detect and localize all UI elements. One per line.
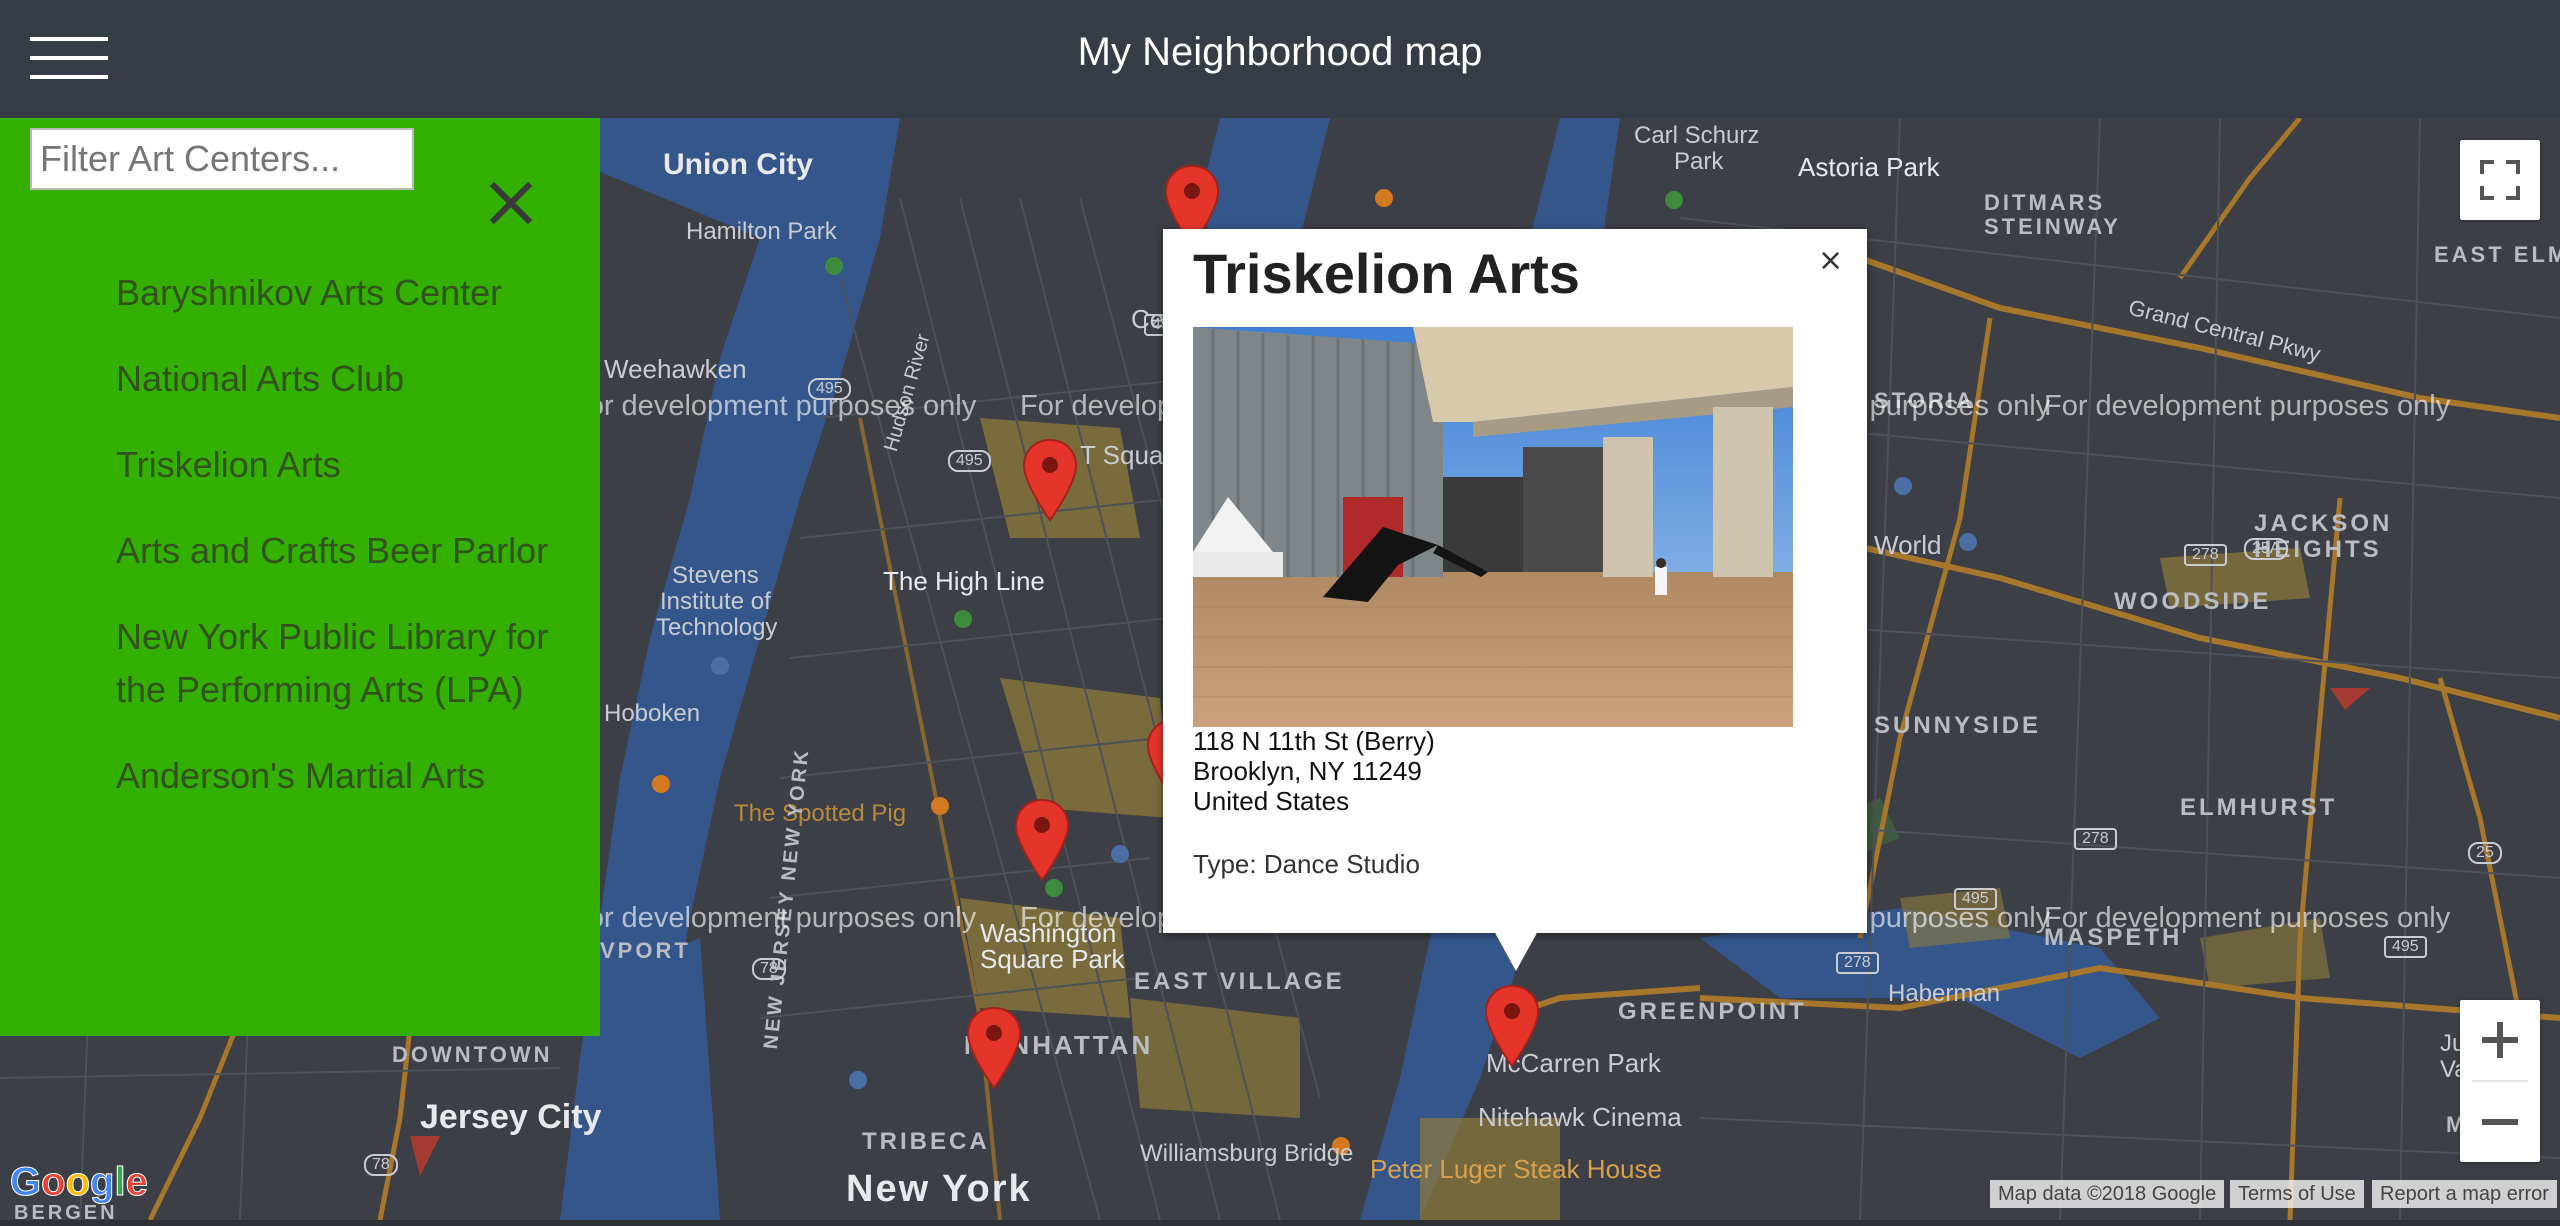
map-label: Williamsburg Bridge	[1140, 1140, 1354, 1167]
map-label: EAST ELMH	[2434, 242, 2560, 267]
map-label: Astoria Park	[1798, 152, 1940, 182]
map-label: JACKSON	[2254, 510, 2393, 537]
venue-list-item[interactable]: Triskelion Arts	[116, 438, 586, 491]
map-label: New York	[846, 1168, 1032, 1210]
map-label: Park	[1674, 148, 1724, 175]
route-shield: 25A	[2244, 538, 2289, 560]
route-shield: 78	[364, 1154, 398, 1176]
map-label: GREENPOINT	[1618, 998, 1807, 1025]
route-shield: 278	[1836, 952, 1879, 974]
map-label: SUNNYSIDE	[1874, 712, 2042, 739]
map-label: Hoboken	[604, 700, 701, 727]
info-window-close-icon[interactable]: ×	[1818, 243, 1843, 278]
map-label: STEINWAY	[1984, 214, 2121, 239]
route-shield: 78	[752, 958, 786, 980]
info-window-pointer	[1494, 931, 1538, 971]
map-label: The Spotted Pig	[734, 800, 907, 827]
venue-list-item[interactable]: Anderson's Martial Arts	[116, 749, 586, 802]
map-label: Weehawken	[604, 354, 747, 384]
map-label: The High Line	[883, 566, 1045, 596]
venue-list-item[interactable]: Baryshnikov Arts Center	[116, 266, 586, 319]
map-data-attribution: Map data ©2018 Google	[1990, 1180, 2225, 1208]
zoom-in-icon[interactable]	[2460, 1000, 2540, 1080]
map-label: Stevens	[672, 562, 759, 589]
report-map-error-link[interactable]: Report a map error	[2372, 1180, 2557, 1208]
close-icon[interactable]	[488, 180, 534, 226]
map-marker[interactable]	[1014, 798, 1070, 882]
venue-address: 118 N 11th St (Berry) Brooklyn, NY 11249…	[1193, 726, 1435, 816]
map-label: World	[1874, 530, 1942, 560]
map-label: Nitehawk Cinema	[1478, 1102, 1682, 1132]
map-label: Carl Schurz	[1634, 122, 1760, 149]
filter-input[interactable]	[30, 128, 414, 190]
page-title: My Neighborhood map	[1077, 30, 1483, 74]
info-window-title: Triskelion Arts	[1193, 242, 1580, 305]
map-label: WOODSIDE	[2114, 588, 2272, 615]
map-label: Technology	[656, 614, 778, 641]
map-label: VPORT	[600, 938, 691, 963]
terms-of-use-link[interactable]: Terms of Use	[2230, 1180, 2364, 1208]
dev-watermark: For development purposes only	[2044, 902, 2451, 934]
venue-type: Type: Dance Studio	[1193, 849, 1420, 879]
route-shield: 278	[2074, 828, 2117, 850]
map-label: Hamilton Park	[686, 218, 837, 245]
route-shield: 495	[948, 450, 991, 472]
zoom-out-icon[interactable]	[2460, 1082, 2540, 1162]
map-label: Peter Luger Steak House	[1370, 1154, 1662, 1184]
dev-watermark: For development purposes only	[570, 390, 977, 422]
map-label: Union City	[663, 148, 813, 181]
map-marker[interactable]	[1022, 438, 1078, 522]
venue-list-item[interactable]: New York Public Library for the Performi…	[116, 610, 586, 716]
venue-photo	[1193, 327, 1793, 727]
map-label: DOWNTOWN	[392, 1042, 553, 1067]
address-line: United States	[1193, 786, 1350, 816]
map-marker[interactable]	[966, 1006, 1022, 1090]
dev-watermark: For development purposes only	[2044, 390, 2451, 422]
map-label: ELMHURST	[2180, 794, 2338, 821]
app-header: My Neighborhood map	[0, 0, 2560, 118]
map-label: DITMARS	[1984, 190, 2106, 215]
sidebar: Baryshnikov Arts Center National Arts Cl…	[0, 118, 600, 1036]
fullscreen-button[interactable]	[2460, 140, 2540, 220]
address-line: Brooklyn, NY 11249	[1193, 756, 1422, 786]
route-shield: 278	[2184, 544, 2227, 566]
google-logo[interactable]: Google	[9, 1160, 148, 1205]
venue-list-item[interactable]: National Arts Club	[116, 352, 586, 405]
address-line: 118 N 11th St (Berry)	[1193, 726, 1435, 756]
map-label: Institute of	[660, 588, 771, 615]
fullscreen-icon	[2480, 160, 2520, 200]
route-shield: 495	[2384, 936, 2427, 958]
dev-watermark: For development purposes only	[570, 902, 977, 934]
route-shield: 25	[2468, 842, 2502, 864]
zoom-control	[2460, 1000, 2540, 1162]
map-label: Haberman	[1888, 980, 2001, 1007]
map-label: Square Park	[980, 944, 1125, 974]
map-label: Jersey City	[420, 1098, 602, 1136]
map-label: EAST VILLAGE	[1134, 968, 1345, 995]
venue-list-item[interactable]: Arts and Crafts Beer Parlor	[116, 524, 586, 577]
info-window: × Triskelion Arts 118 N 11th St (Berry) …	[1163, 229, 1867, 933]
map-label: TRIBECA	[862, 1128, 990, 1155]
venue-list: Baryshnikov Arts Center National Arts Cl…	[116, 266, 586, 835]
map-marker-selected[interactable]	[1484, 984, 1540, 1068]
